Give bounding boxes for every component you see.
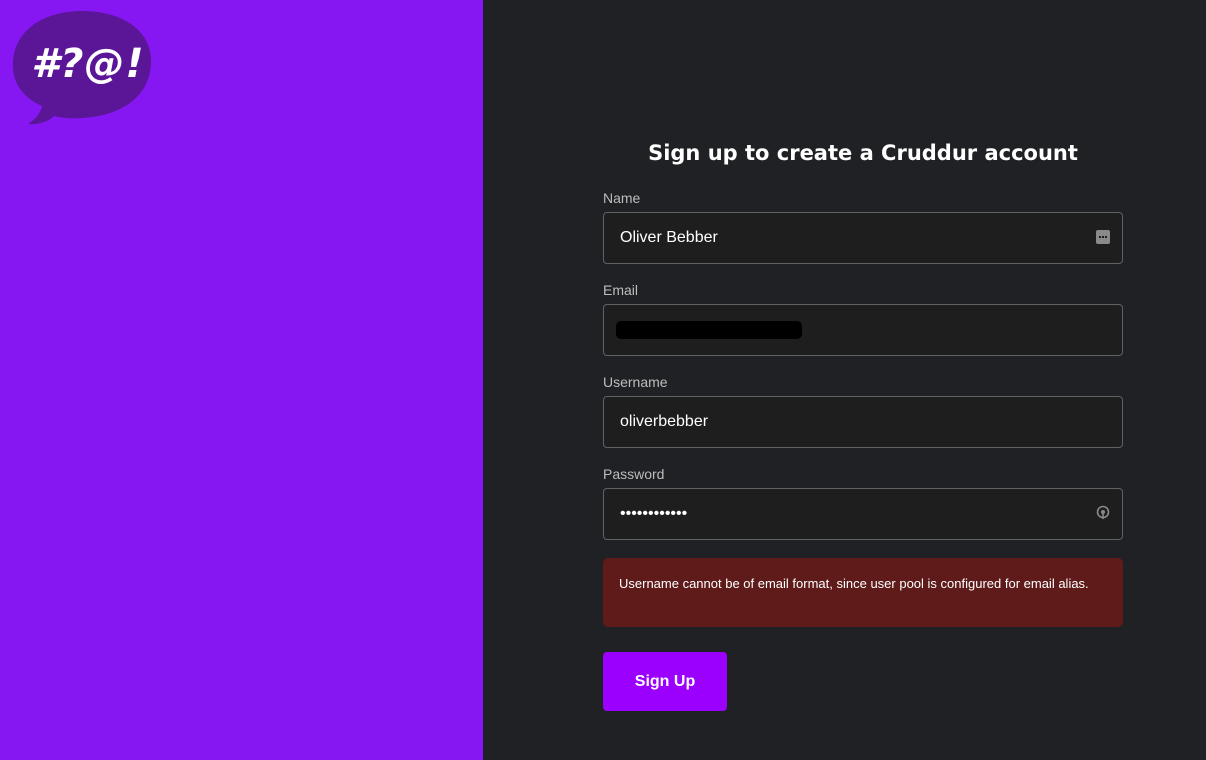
name-input-wrapper: [603, 212, 1123, 264]
username-label: Username: [603, 374, 668, 390]
page-title: Sign up to create a Cruddur account: [648, 141, 1078, 165]
autofill-contact-icon[interactable]: [1096, 230, 1110, 244]
signup-panel: Sign up to create a Cruddur account Name…: [483, 0, 1206, 760]
error-message: Username cannot be of email format, sinc…: [603, 558, 1123, 627]
cruddur-logo: #?@!: [10, 8, 155, 128]
email-input-wrapper: [603, 304, 1123, 356]
email-label: Email: [603, 282, 639, 298]
signup-form: Sign up to create a Cruddur account Name…: [603, 138, 1123, 711]
name-input[interactable]: [604, 213, 1122, 263]
brand-panel: #?@!: [0, 0, 483, 760]
password-field-group: Password: [603, 466, 1123, 540]
username-input[interactable]: [604, 397, 1122, 447]
email-field-group: Email: [603, 282, 1123, 356]
username-input-wrapper: [603, 396, 1123, 448]
logo-text: #?@!: [31, 41, 145, 87]
password-input[interactable]: [604, 489, 1122, 539]
redacted-email: [616, 321, 802, 339]
password-reveal-icon[interactable]: [1095, 505, 1111, 521]
password-label: Password: [603, 466, 665, 482]
name-label: Name: [603, 190, 641, 206]
password-input-wrapper: [603, 488, 1123, 540]
username-field-group: Username: [603, 374, 1123, 448]
sign-up-button[interactable]: Sign Up: [603, 652, 727, 711]
name-field-group: Name: [603, 190, 1123, 264]
